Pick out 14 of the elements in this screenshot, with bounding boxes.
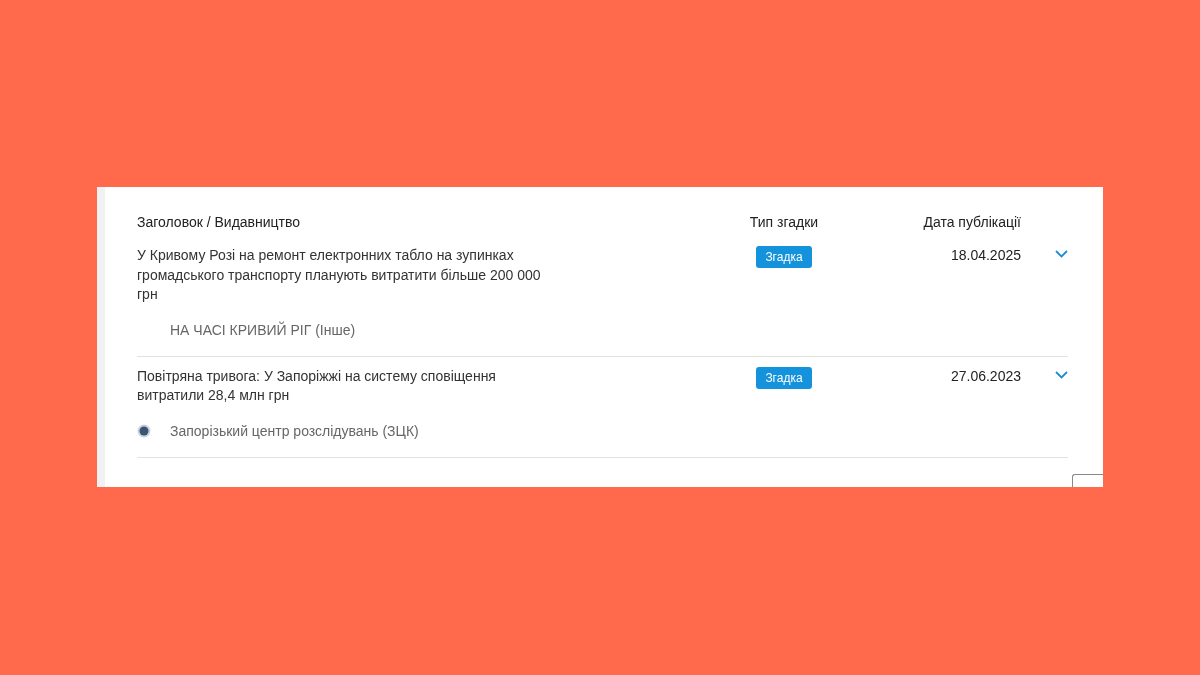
article-title: Повітряна тривога: У Запоріжжі на систему сповіщення витратили 28,4 млн грн [137, 366, 497, 405]
publisher-name: Запорізький центр розслідувань (ЗЦК) [170, 421, 419, 440]
publisher-name: НА ЧАСІ КРИВИЙ РІГ (Інше) [170, 320, 356, 339]
chevron-icon[interactable] [1055, 370, 1068, 379]
publication-date: 18.04.2025 [950, 246, 1021, 265]
mention-badge: Згадка [756, 366, 812, 389]
column-header: Тип згадки [749, 213, 819, 231]
column-header: Дата публікації [923, 213, 1021, 231]
panel-corner [1072, 474, 1103, 487]
article-title: У Кривому Розі на ремонт електронних табло на зупинках громадського транспорту планують витратити більше 200 000 грн [137, 246, 542, 304]
mention-badge: Згадка [756, 246, 812, 268]
publication-date: 27.06.2023 [950, 366, 1021, 386]
chevron-icon[interactable] [1055, 250, 1068, 258]
column-header: Заголовок / Видавництво [137, 213, 302, 231]
